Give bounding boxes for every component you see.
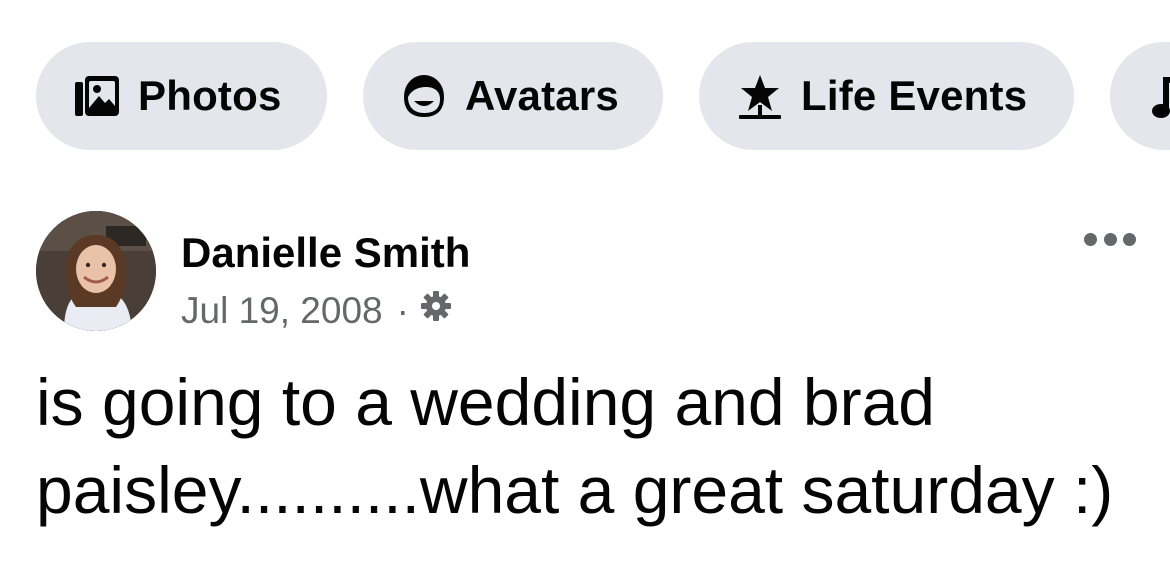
avatars-chip-label: Avatars [465,72,619,119]
meta-separator: · [396,289,409,331]
photos-chip-label: Photos [138,72,282,119]
post-author-name[interactable]: Danielle Smith [181,229,470,277]
star-flag-icon [735,71,785,121]
avatars-chip[interactable]: Avatars [363,42,663,150]
post-header: Danielle Smith Jul 19, 2008 · [36,211,1146,331]
life-events-chip-label: Life Events [801,72,1028,119]
more-dots-icon[interactable] [1084,229,1136,249]
photos-icon [72,71,122,121]
music-chip[interactable] [1110,42,1170,150]
life-events-chip[interactable]: Life Events [699,42,1074,150]
post-date[interactable]: Jul 19, 2008 [181,290,383,332]
gear-icon[interactable] [419,289,453,332]
photos-chip[interactable]: Photos [36,42,327,150]
post-body-text: is going to a wedding and brad paisley..… [36,365,1114,527]
music-note-icon [1146,71,1170,121]
avatar-icon [399,71,449,121]
filter-chip-bar: Photos Avatars Life Events [36,42,1170,150]
post-meta: Jul 19, 2008 · [181,289,453,332]
avatar[interactable] [36,211,156,331]
